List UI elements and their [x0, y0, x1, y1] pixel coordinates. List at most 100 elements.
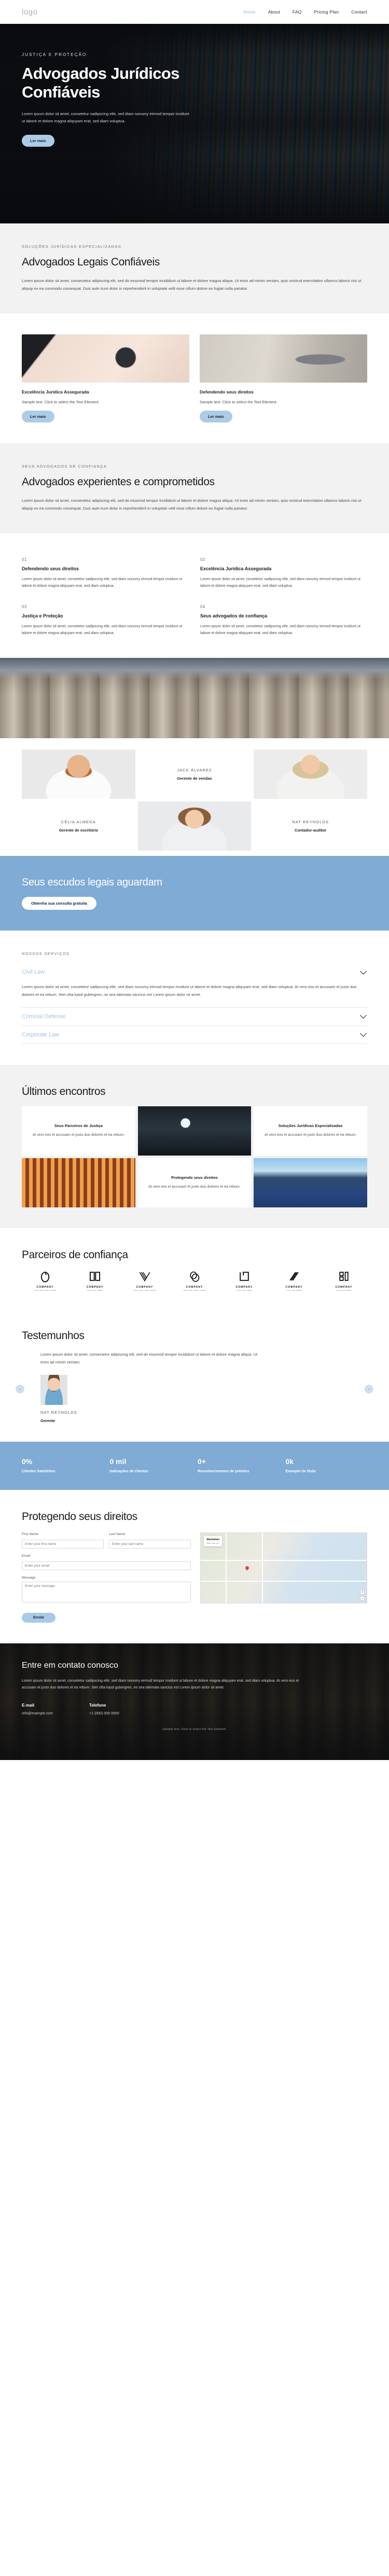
testimonial-avatar — [40, 1374, 67, 1405]
email-label: Email — [22, 1554, 31, 1558]
nav-item-contact[interactable]: Contact — [351, 9, 367, 15]
accordion-header-corporate-law[interactable]: Corporate Law — [22, 1026, 367, 1044]
partner-name: COMPANY — [86, 1285, 104, 1289]
partner-tagline: TAGLINE HERE — [336, 1289, 352, 1291]
feature-text: Lorem ipsum dolor sit amet, consetetur s… — [200, 624, 360, 636]
feature-text: Lorem ipsum dolor sit amet, consetetur s… — [22, 624, 182, 636]
stat-item: 0% Clientes Satisfeitos — [22, 1457, 104, 1474]
testimonial-author: NAT REYNOLDS — [40, 1410, 77, 1415]
services-kicker: NOSSOS SERVIÇOS — [22, 951, 70, 956]
footer-phone-value[interactable]: +1 (000) 000-0000 — [89, 1712, 119, 1715]
partner-logo[interactable]: COMPANY TAGLINE GOES HERE — [171, 1270, 218, 1291]
numbered-feature-item: 01 Defendendo seus direitos Lorem ipsum … — [22, 557, 189, 590]
hero-read-more-button[interactable]: Ler mais — [22, 134, 54, 147]
feature-card-text: Sample text. Click to select the Text El… — [22, 399, 100, 404]
map-road — [226, 1532, 227, 1603]
partner-name: COMPANY — [186, 1285, 203, 1289]
accordion-title: Criminal Defense — [22, 1013, 66, 1020]
feature-card-button[interactable]: Ler mais — [22, 410, 54, 423]
partner-logo[interactable]: COMPANY TAGLINE HERE — [72, 1270, 118, 1291]
footer-bottom-text: Sample text. Click to select the Text El… — [162, 1727, 227, 1731]
partners-section: Parceiros de confiança COMPANY TAGLINE G… — [0, 1228, 389, 1312]
site-logo[interactable]: logo — [22, 8, 37, 17]
partner-tagline: TAGLINE GOES HERE — [133, 1289, 156, 1291]
team-member-role: Contador-auditor — [295, 828, 327, 833]
blog-image-police-at-night — [137, 1106, 252, 1156]
map-location-title: Manhattan — [206, 1538, 220, 1541]
partner-logo[interactable]: COMPANY TAGLINE GOES HERE — [121, 1270, 168, 1291]
partner-tagline: TAGLINE HERE — [286, 1289, 302, 1291]
nav-item-pricing-plan[interactable]: Pricing Plan — [314, 9, 339, 15]
blog-post-title: Protegendo seus direitos — [171, 1175, 218, 1180]
feature-number: 01 — [22, 557, 27, 562]
blog-post-card[interactable]: Soluções Jurídicas Especializadas At ver… — [254, 1106, 367, 1156]
feature-card: Defendendo seus direitos Sample text. Cl… — [200, 334, 367, 423]
split-blocks-logo-icon — [339, 1272, 349, 1281]
stats-band: 0% Clientes Satisfeitos 0 mil Indicações… — [0, 1441, 389, 1490]
nav-item-faq[interactable]: FAQ — [293, 9, 302, 15]
lawyers-title: Advogados experientes e comprometidos — [22, 475, 215, 488]
partner-logo[interactable]: COMPANY TAGLINE HERE — [321, 1270, 367, 1291]
blog-post-card[interactable]: Protegendo seus direitos At vero eos et … — [137, 1158, 252, 1207]
partner-logo[interactable]: COMPANY TAGLINE HERE — [271, 1270, 317, 1291]
email-input[interactable] — [22, 1561, 191, 1570]
hero-paragraph: Lorem ipsum dolor sit amet, consetetur s… — [22, 111, 189, 124]
partner-logo[interactable]: COMPANY TAGLINE HERE — [221, 1270, 268, 1291]
stat-item: 0k Exemplo de título — [286, 1457, 368, 1474]
feature-card-button[interactable]: Ler mais — [200, 410, 232, 423]
testimonial-role: Gerente — [40, 1418, 55, 1423]
nav-item-home[interactable]: Home — [243, 9, 255, 15]
blog-section: Últimos encontros Seus Parceiros de Just… — [0, 1064, 389, 1228]
stat-item: 0+ Reconhecimentos de prémios — [198, 1457, 280, 1474]
cta-title: Seus escudos legais aguardam — [22, 877, 162, 889]
hero-content: JUSTIÇA E PROTEÇÃO Advogados Jurídicos C… — [0, 24, 389, 147]
team-member-role: Gerente de escritório — [59, 828, 99, 833]
chevron-down-icon[interactable] — [360, 967, 367, 975]
stat-value: 0 mil — [109, 1457, 127, 1466]
map-zoom-in-button[interactable]: + — [360, 1589, 365, 1595]
footer-email-value[interactable]: info@example.com — [22, 1712, 53, 1715]
blog-post-card[interactable]: Seus Parceiros de Justiça At vero eos et… — [22, 1106, 135, 1156]
message-textarea[interactable] — [22, 1581, 191, 1602]
services-section: NOSSOS SERVIÇOS Civil Law Lorem ipsum do… — [0, 931, 389, 1065]
first-name-input[interactable] — [22, 1539, 104, 1549]
blog-title: Últimos encontros — [22, 1085, 106, 1097]
team-photo-jack — [22, 750, 135, 799]
team-member-name: NAT REYNOLDS — [292, 820, 329, 825]
location-map[interactable]: Manhattan New York, NY + − — [200, 1532, 367, 1603]
last-name-label: Last Name — [109, 1532, 126, 1536]
feature-number: 02 — [200, 557, 205, 562]
team-section: JACK ÁLVAREZ Gerente de vendas CÉLIA ALM… — [0, 738, 389, 856]
team-photo-celia — [137, 801, 252, 851]
last-name-input[interactable] — [109, 1539, 191, 1549]
chevron-down-icon[interactable] — [360, 1012, 367, 1019]
cta-free-consultation-button[interactable]: Obtenha sua consulta gratuita — [22, 897, 96, 910]
blog-post-title: Seus Parceiros de Justiça — [54, 1123, 103, 1128]
partner-name: COMPANY — [136, 1285, 154, 1289]
map-info-card: Manhattan New York, NY — [204, 1536, 223, 1546]
numbered-feature-item: 04 Seus advogados de confiança Lorem ips… — [200, 604, 367, 637]
footer-phone-block: Telefone +1 (000) 000-0000 — [89, 1703, 119, 1715]
accordion-item-corporate-law: Corporate Law — [22, 1026, 367, 1044]
carousel-prev-arrow-icon[interactable]: ‹ — [16, 1384, 24, 1393]
testimonial-quote: Lorem ipsum dolor sit amet, consectetur … — [40, 1352, 258, 1365]
feature-text: Lorem ipsum dolor sit amet, consetetur s… — [200, 577, 360, 588]
accordion-title: Corporate Law — [22, 1031, 60, 1038]
lawyers-intro-section: SEUS ADVOGADOS DE CONFIANÇA Advogados ex… — [0, 443, 389, 533]
nav-item-about[interactable]: About — [268, 9, 280, 15]
fountain-pen-image — [22, 334, 189, 383]
overlapping-ovals-logo-icon — [190, 1271, 200, 1282]
carousel-next-arrow-icon[interactable]: › — [365, 1384, 373, 1393]
partner-tagline: TAGLINE GOES HERE — [34, 1289, 57, 1291]
chevron-down-icon[interactable] — [360, 1030, 367, 1037]
contact-submit-button[interactable]: Enviar — [22, 1612, 56, 1623]
contact-section: Protegendo seus direitos First Name Last… — [0, 1490, 389, 1643]
footer-paragraph: Lorem ipsum dolor sit amet, consetetur s… — [22, 1679, 299, 1690]
accordion-header-civil-law[interactable]: Civil Law — [22, 963, 367, 981]
team-member-name: JACK ÁLVAREZ — [177, 768, 212, 773]
circle-drop-logo-icon — [40, 1271, 50, 1283]
partner-logo[interactable]: COMPANY TAGLINE GOES HERE — [22, 1270, 68, 1291]
accordion-header-criminal-defense[interactable]: Criminal Defense — [22, 1008, 367, 1025]
map-zoom-out-button[interactable]: − — [360, 1596, 365, 1601]
map-location-subtitle: New York, NY — [206, 1541, 219, 1544]
